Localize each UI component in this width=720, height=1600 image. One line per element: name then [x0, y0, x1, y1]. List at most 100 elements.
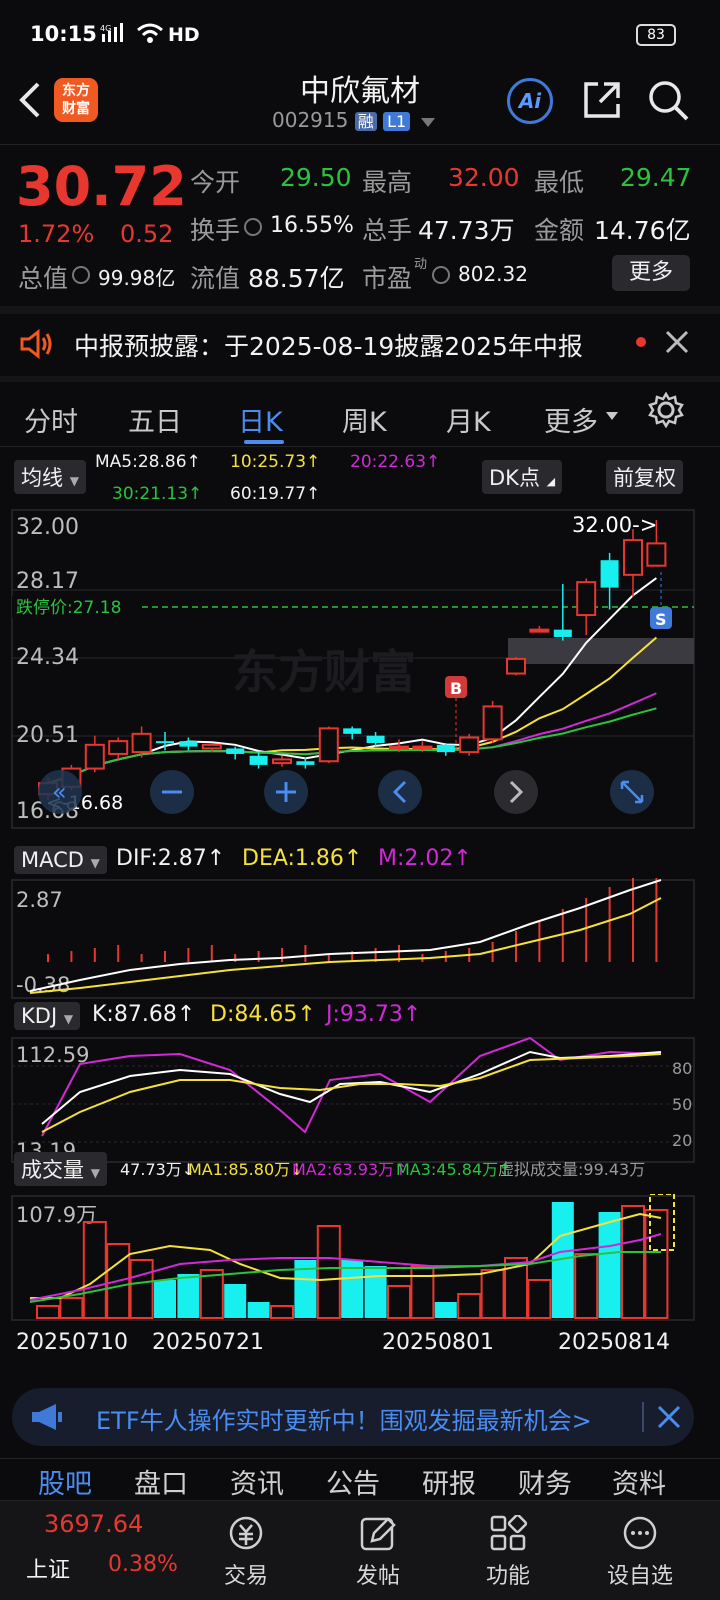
virtual-volume: 虚拟成交量:99.43万: [498, 1160, 646, 1179]
volume-bar: [621, 1205, 645, 1319]
tab-more[interactable]: 更多: [544, 400, 598, 439]
kdj-k: K:87.68↑: [92, 1002, 196, 1027]
volume-bar: [387, 1285, 411, 1319]
plus-button[interactable]: [264, 770, 308, 814]
candle-body: [389, 745, 409, 750]
notice-text: 中报预披露：于2025-08-19披露2025年中报: [74, 332, 583, 361]
notice-bar[interactable]: 中报预披露：于2025-08-19披露2025年中报: [0, 314, 720, 376]
info-icon[interactable]: [432, 266, 450, 284]
volume-bar: [364, 1266, 387, 1318]
scroll-right-button[interactable]: [494, 770, 538, 814]
battery-icon: 83: [636, 24, 676, 46]
macd-chart[interactable]: 2.87 -0.38: [0, 878, 720, 1000]
volume-ma1: MA1:85.80万↓: [188, 1160, 304, 1179]
price-adjust-button[interactable]: 前复权: [606, 460, 683, 494]
volume-bar: [177, 1274, 200, 1318]
stock-code: 002915: [272, 108, 349, 132]
macd-m: M:2.02↑: [378, 846, 472, 871]
tab-news[interactable]: 资讯: [230, 1462, 284, 1501]
candle-body: [576, 581, 597, 617]
nav-function[interactable]: 功能: [486, 1558, 530, 1590]
volume-value: 47.73万: [418, 216, 515, 245]
pe-superscript: 动: [414, 257, 428, 272]
ma-selector[interactable]: 均线 ▼: [14, 460, 86, 494]
dif-line: [29, 879, 662, 992]
tab-order-book[interactable]: 盘口: [134, 1462, 188, 1501]
info-icon[interactable]: [72, 266, 90, 284]
grid-function-icon[interactable]: [488, 1513, 528, 1555]
tab-profile[interactable]: 资料: [612, 1462, 666, 1501]
zoom-out-button[interactable]: «: [38, 770, 82, 814]
post-edit-icon[interactable]: [358, 1515, 398, 1555]
info-icon[interactable]: [244, 218, 262, 236]
tab-intraday[interactable]: 分时: [24, 400, 78, 439]
candle-body: [84, 743, 105, 770]
candle-body: [412, 745, 433, 750]
trade-icon[interactable]: [226, 1515, 266, 1555]
x-date: 20250814: [558, 1330, 670, 1355]
float-cap-label: 流值: [190, 264, 241, 293]
candle-body: [436, 744, 455, 753]
volume-selector[interactable]: 成交量 ▼: [14, 1152, 107, 1186]
candle-body: [600, 560, 619, 588]
share-icon[interactable]: [580, 78, 624, 126]
nav-post[interactable]: 发帖: [356, 1558, 400, 1590]
megaphone-icon: [30, 1402, 64, 1436]
open-label: 今开: [190, 168, 241, 197]
volume-y-top: 107.9万: [16, 1203, 97, 1227]
tab-announcements[interactable]: 公告: [326, 1462, 380, 1501]
volume-chart[interactable]: 107.9万: [0, 1194, 720, 1324]
add-watchlist-icon[interactable]: [620, 1515, 660, 1555]
pe-label: 市盈: [362, 264, 413, 293]
y-label: 32.00: [16, 515, 79, 540]
scroll-left-button[interactable]: [378, 770, 422, 814]
tab-research[interactable]: 研报: [422, 1462, 476, 1501]
promo-banner[interactable]: ETF牛人操作实时更新中！围观发掘最新机会>: [12, 1388, 694, 1446]
virtual-volume-bar: [649, 1194, 675, 1251]
tab-five-day[interactable]: 五日: [128, 400, 182, 439]
tab-weekly-k[interactable]: 周K: [342, 400, 387, 439]
kdj-selector[interactable]: KDJ ▼: [14, 1002, 81, 1030]
index-name[interactable]: 上证: [26, 1552, 70, 1584]
macd-dea: DEA:1.86↑: [242, 846, 363, 871]
close-icon[interactable]: [664, 329, 690, 359]
svg-text:B: B: [450, 679, 462, 698]
nav-trade[interactable]: 交易: [224, 1558, 268, 1590]
k-line: [41, 1050, 662, 1125]
macd-dif: DIF:2.87↑: [116, 846, 226, 871]
minus-button[interactable]: [150, 770, 194, 814]
fullscreen-button[interactable]: [610, 770, 654, 814]
tab-forum[interactable]: 股吧: [38, 1462, 92, 1501]
settings-gear-icon[interactable]: [648, 391, 684, 432]
volume-bar: [434, 1302, 457, 1318]
volume-bar: [527, 1279, 552, 1319]
hd-label: HD: [168, 24, 200, 46]
turnover-label: 换手: [190, 216, 241, 245]
kline-chart[interactable]: 东方财富 跌停价:27.18 32.00 28.17 24.34 20.51 1…: [0, 508, 720, 838]
candle-body: [343, 728, 362, 734]
dropdown-triangle-icon: [420, 118, 435, 127]
index-change: 0.38%: [108, 1552, 178, 1577]
ai-button[interactable]: Ai: [507, 78, 553, 124]
volume-bar: [224, 1284, 247, 1318]
close-icon[interactable]: [656, 1404, 682, 1434]
more-button[interactable]: 更多: [612, 255, 690, 291]
active-tab-indicator: [244, 440, 284, 444]
high-value: 32.00: [448, 163, 520, 192]
stock-code-row[interactable]: 002915 融 L1: [272, 108, 435, 132]
amount-value: 14.76亿: [594, 216, 691, 245]
x-date: 20250721: [152, 1330, 264, 1355]
tab-finance[interactable]: 财务: [518, 1462, 572, 1501]
signal-icon: 4G: [100, 22, 130, 48]
macd-selector[interactable]: MACD ▼: [14, 846, 107, 874]
kdj-d: D:84.65↑: [210, 1002, 316, 1027]
dk-point-button[interactable]: DK点 ◢: [482, 460, 563, 494]
macd-y-bottom: -0.38: [16, 973, 70, 997]
search-icon[interactable]: [646, 78, 690, 126]
kdj-chart[interactable]: 112.59 13.19 80 50 20: [0, 1036, 720, 1164]
banner-text: ETF牛人操作实时更新中！围观发掘最新机会>: [96, 1407, 592, 1435]
nav-watchlist[interactable]: 设自选: [607, 1558, 673, 1590]
tab-daily-k[interactable]: 日K: [238, 400, 283, 439]
tab-monthly-k[interactable]: 月K: [446, 400, 491, 439]
y-label: 28.17: [16, 569, 79, 594]
